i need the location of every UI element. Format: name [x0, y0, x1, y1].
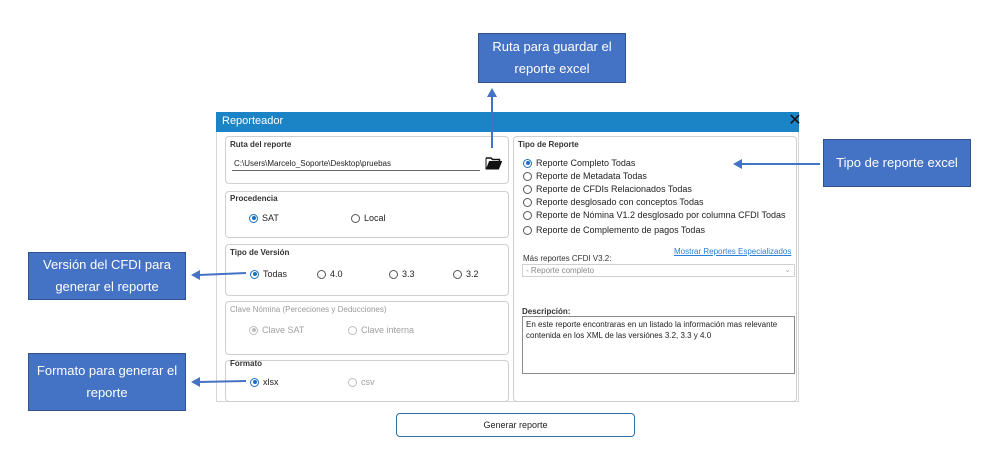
arrowhead-formato — [191, 377, 200, 387]
arrow-version — [198, 272, 247, 276]
arrowhead-ruta — [487, 88, 497, 97]
arrowhead-version — [191, 270, 200, 280]
callout-arrows — [191, 88, 820, 387]
arrowhead-tipo — [733, 159, 742, 169]
arrow-formato — [198, 380, 247, 383]
